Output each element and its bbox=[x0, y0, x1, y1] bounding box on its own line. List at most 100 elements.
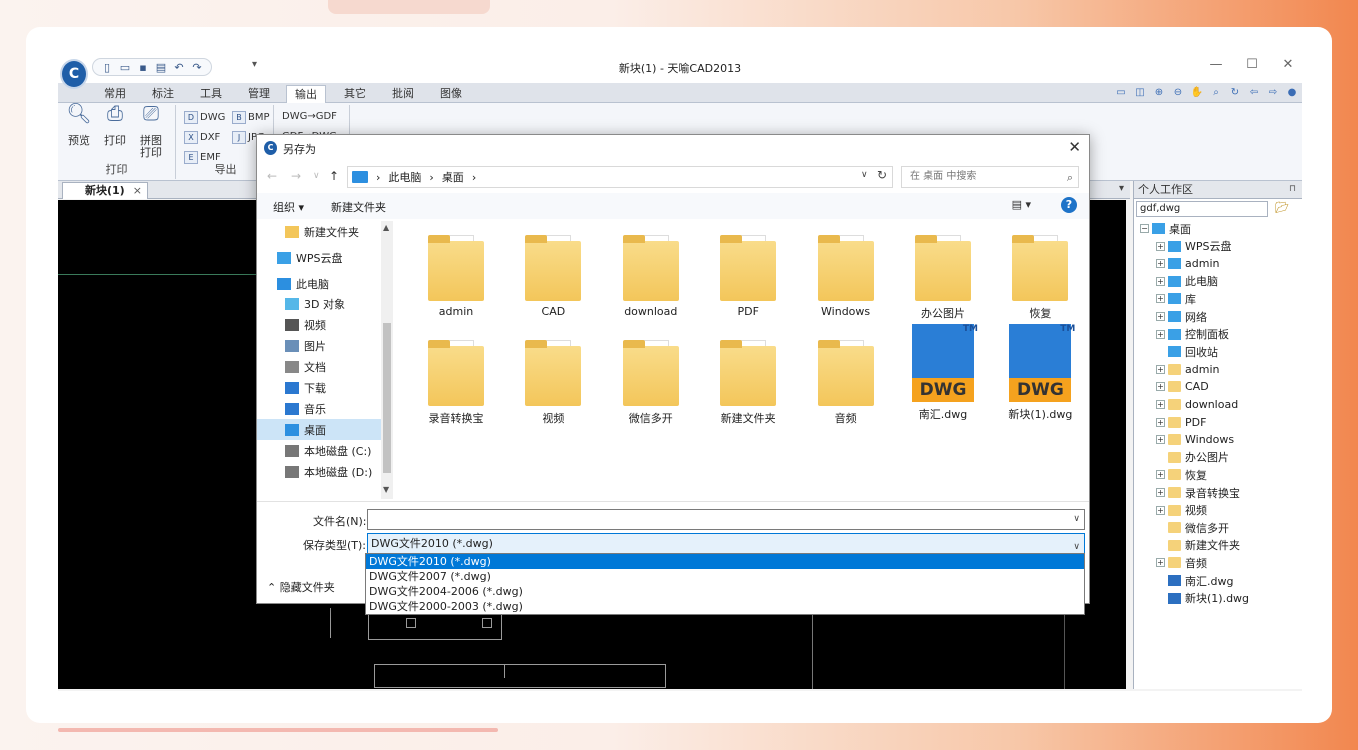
file-item[interactable]: 恢复 bbox=[995, 221, 1085, 321]
file-item[interactable]: PDF bbox=[703, 221, 793, 321]
tree-item[interactable]: − 桌面 bbox=[1140, 220, 1191, 237]
tab-output[interactable]: 输出 bbox=[286, 85, 326, 103]
export-bmp-button[interactable]: B BMP bbox=[232, 111, 270, 124]
filename-input[interactable]: ∨ bbox=[367, 509, 1085, 530]
tab-list-arrow-icon[interactable]: ▾ bbox=[1119, 183, 1124, 194]
tree-item[interactable]: + CAD bbox=[1156, 378, 1209, 395]
tree-item[interactable]: + 控制面板 bbox=[1156, 326, 1229, 343]
file-item[interactable]: 音频 bbox=[801, 326, 891, 426]
browse-folder-icon[interactable]: 📂︎ bbox=[1272, 201, 1292, 217]
print-button[interactable]: ⎙ 打印 bbox=[100, 103, 130, 147]
nav-item[interactable]: 本地磁盘 (C:) bbox=[257, 440, 381, 461]
nav-item[interactable]: WPS云盘 bbox=[257, 247, 381, 268]
tree-item[interactable]: + 录音转换宝 bbox=[1156, 484, 1240, 501]
tree-item[interactable]: + 网络 bbox=[1156, 308, 1207, 325]
minimize-button[interactable]: — bbox=[1206, 57, 1226, 72]
expand-toggle-icon[interactable]: + bbox=[1156, 435, 1165, 445]
tree-item[interactable]: + 恢复 bbox=[1156, 466, 1207, 483]
back-icon[interactable]: ⇦ bbox=[1246, 84, 1262, 100]
expand-toggle-icon[interactable]: + bbox=[1156, 470, 1165, 480]
tree-item[interactable]: 新建文件夹 bbox=[1156, 537, 1240, 554]
dialog-close-button[interactable]: ✕ bbox=[1068, 138, 1081, 156]
tab-review[interactable]: 批阅 bbox=[384, 85, 422, 103]
nav-item[interactable]: 此电脑 bbox=[257, 273, 381, 294]
maximize-button[interactable]: ☐ bbox=[1242, 57, 1262, 72]
doc-tab[interactable]: 新块(1) × bbox=[62, 182, 148, 199]
expand-toggle-icon[interactable]: + bbox=[1156, 259, 1165, 269]
tree-item[interactable]: 办公图片 bbox=[1156, 449, 1229, 466]
regen-icon[interactable]: ↻ bbox=[1227, 84, 1243, 100]
file-item[interactable]: download bbox=[606, 221, 696, 321]
file-item[interactable]: 视频 bbox=[508, 326, 598, 426]
organize-button[interactable]: 组织 ▾ bbox=[273, 199, 304, 215]
file-item[interactable]: 办公图片 bbox=[898, 221, 988, 321]
preview-button[interactable]: 🔍︎ 预览 bbox=[64, 103, 94, 147]
tree-item[interactable]: 新块(1).dwg bbox=[1156, 590, 1249, 607]
expand-toggle-icon[interactable]: + bbox=[1156, 505, 1165, 515]
file-item[interactable]: 微信多开 bbox=[606, 326, 696, 426]
up-arrow-icon[interactable]: ↑ bbox=[329, 169, 339, 183]
help-icon[interactable]: ? bbox=[1061, 197, 1077, 213]
nav-item[interactable]: 3D 对象 bbox=[257, 293, 381, 314]
tree-item[interactable]: + Windows bbox=[1156, 431, 1234, 448]
export-dxf-button[interactable]: X DXF bbox=[184, 131, 220, 144]
nav-item[interactable]: 文档 bbox=[257, 356, 381, 377]
tab-other[interactable]: 其它 bbox=[336, 85, 374, 103]
tree-item[interactable]: + admin bbox=[1156, 255, 1219, 272]
expand-toggle-icon[interactable]: + bbox=[1156, 294, 1165, 304]
tab-tools[interactable]: 工具 bbox=[192, 85, 230, 103]
nav-scroll-thumb[interactable] bbox=[383, 323, 391, 473]
address-bar[interactable]: › 此电脑 › 桌面 › bbox=[347, 166, 893, 188]
filetype-select[interactable]: DWG文件2010 (*.dwg) ∨ bbox=[367, 533, 1085, 554]
forward-arrow-icon[interactable]: → bbox=[291, 169, 301, 183]
filetype-option[interactable]: DWG文件2010 (*.dwg) bbox=[366, 554, 1084, 569]
expand-toggle-icon[interactable]: + bbox=[1156, 241, 1165, 251]
tree-item[interactable]: 回收站 bbox=[1156, 343, 1218, 360]
app-logo-icon[interactable]: C bbox=[60, 59, 88, 89]
nav-item[interactable]: 桌面 bbox=[257, 419, 381, 440]
expand-toggle-icon[interactable]: − bbox=[1140, 224, 1149, 233]
recent-locations-icon[interactable]: ∨ bbox=[313, 171, 320, 181]
nav-item[interactable]: 音乐 bbox=[257, 398, 381, 419]
workspace-filter-input[interactable]: gdf,dwg bbox=[1136, 201, 1268, 217]
expand-toggle-icon[interactable]: + bbox=[1156, 329, 1165, 339]
export-dwg-button[interactable]: D DWG bbox=[184, 111, 225, 124]
file-item[interactable]: admin bbox=[411, 221, 501, 321]
tree-item[interactable]: + WPS云盘 bbox=[1156, 238, 1232, 255]
view-options-icon[interactable]: ▤ ▾ bbox=[1012, 198, 1031, 211]
zoom-in-icon[interactable]: ⊕ bbox=[1151, 84, 1167, 100]
zoom-out-icon[interactable]: ⊖ bbox=[1170, 84, 1186, 100]
pan-hand-icon[interactable]: ✋ bbox=[1189, 84, 1205, 100]
hide-folders-toggle[interactable]: ⌃ 隐藏文件夹 bbox=[267, 579, 335, 595]
tab-manage[interactable]: 管理 bbox=[240, 85, 278, 103]
tile-print-button[interactable]: ⎚ 拼图 打印 bbox=[136, 103, 166, 159]
scroll-up-icon[interactable]: ▲ bbox=[383, 223, 389, 232]
nav-item[interactable]: 本地磁盘 (D:) bbox=[257, 461, 381, 482]
file-item[interactable]: Windows bbox=[801, 221, 891, 321]
refresh-icon[interactable]: ↻ bbox=[877, 168, 887, 182]
back-arrow-icon[interactable]: ← bbox=[267, 169, 277, 183]
search-desktop-input[interactable]: 在 桌面 中搜索 bbox=[901, 166, 1079, 188]
tree-item[interactable]: + 库 bbox=[1156, 290, 1196, 307]
expand-toggle-icon[interactable]: + bbox=[1156, 312, 1165, 321]
tree-item[interactable]: + download bbox=[1156, 396, 1238, 413]
file-item[interactable]: TM DWG 新块(1).dwg bbox=[995, 324, 1085, 426]
zoom-realtime-icon[interactable]: ⌕ bbox=[1208, 84, 1224, 100]
nav-item[interactable]: 下载 bbox=[257, 377, 381, 398]
filetype-option[interactable]: DWG文件2000-2003 (*.dwg) bbox=[366, 599, 1084, 614]
tab-image[interactable]: 图像 bbox=[432, 85, 470, 103]
expand-toggle-icon[interactable]: + bbox=[1156, 488, 1165, 497]
tree-item[interactable]: 南汇.dwg bbox=[1156, 572, 1233, 589]
tree-item[interactable]: + admin bbox=[1156, 361, 1219, 378]
tree-item[interactable]: + PDF bbox=[1156, 414, 1206, 431]
expand-toggle-icon[interactable]: + bbox=[1156, 558, 1165, 568]
forward-icon[interactable]: ⇨ bbox=[1265, 84, 1281, 100]
window-icon[interactable]: ▭ bbox=[1113, 84, 1129, 100]
expand-toggle-icon[interactable]: + bbox=[1156, 364, 1165, 374]
file-item[interactable]: TM DWG 南汇.dwg bbox=[898, 324, 988, 426]
dwg-to-gdf-button[interactable]: DWG→GDF bbox=[282, 111, 337, 122]
breadcrumb-this-pc[interactable]: 此电脑 bbox=[388, 169, 421, 185]
scroll-down-icon[interactable]: ▼ bbox=[383, 485, 389, 494]
file-item[interactable]: CAD bbox=[508, 221, 598, 321]
nav-item[interactable]: 视频 bbox=[257, 314, 381, 335]
